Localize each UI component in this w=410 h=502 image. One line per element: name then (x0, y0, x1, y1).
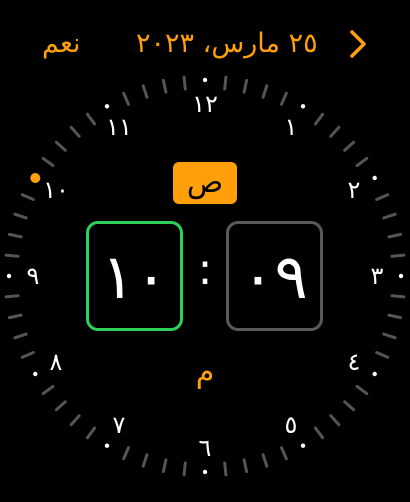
minute-tick (7, 232, 23, 239)
minute-tick (280, 91, 288, 106)
minute-tick (182, 461, 187, 477)
minute-tick (343, 400, 356, 412)
minute-tick (85, 426, 96, 440)
dial-number[interactable]: ١٠ (43, 176, 69, 204)
minute-tick (41, 156, 55, 167)
dial-number[interactable]: ١١ (106, 113, 132, 141)
hour-dot (6, 273, 12, 279)
hour-dot (372, 371, 377, 377)
minute-tick (141, 84, 149, 99)
minute-box[interactable]: ٠٩ (226, 221, 323, 331)
hour-dot (398, 273, 404, 279)
dial-number[interactable]: ٨ (50, 348, 63, 376)
minute-tick (161, 458, 168, 474)
minute-tick (20, 193, 35, 201)
dial-number[interactable]: ١ (285, 113, 298, 141)
minute-tick (122, 446, 130, 461)
minute-tick (20, 351, 35, 359)
dial-number[interactable]: ١٢ (192, 90, 218, 118)
minute-tick (141, 453, 149, 468)
minute-tick (382, 332, 397, 340)
dial-number[interactable]: ٤ (348, 348, 361, 376)
minute-tick (242, 78, 249, 94)
minute-tick (161, 78, 168, 94)
dial-number[interactable]: ٧ (113, 411, 126, 439)
minute-tick (343, 140, 356, 152)
minute-tick (4, 294, 20, 299)
minute-tick (329, 414, 341, 427)
minute-tick (69, 125, 81, 138)
dial-number[interactable]: ٥ (285, 411, 298, 439)
minute-tick (390, 253, 406, 258)
hour-dot (33, 371, 38, 377)
dial-number[interactable]: ٦ (199, 434, 212, 462)
minute-tick (329, 125, 341, 138)
minute-tick (280, 446, 288, 461)
minute-tick (355, 385, 369, 396)
minute-tick (122, 91, 130, 106)
minute-tick (223, 75, 228, 91)
minute-tick (375, 351, 390, 359)
minute-tick (375, 193, 390, 201)
minute-tick (13, 212, 28, 220)
hour-dot (300, 104, 306, 109)
minute-tick (261, 453, 269, 468)
minute-tick (355, 156, 369, 167)
hour-dot (202, 77, 208, 83)
dial-number[interactable]: ٣ (371, 262, 384, 290)
pm-button[interactable]: م (173, 352, 237, 394)
hour-dot (372, 175, 377, 181)
hour-dot (104, 443, 110, 448)
am-button[interactable]: ص (173, 162, 237, 204)
hour-box[interactable]: ١٠ (86, 221, 183, 331)
minute-tick (4, 253, 20, 258)
minute-tick (242, 458, 249, 474)
minute-tick (387, 232, 403, 239)
minute-tick (314, 112, 325, 126)
minute-tick (7, 313, 23, 320)
minute-tick (54, 140, 67, 152)
minute-tick (261, 84, 269, 99)
hour-dot-selected (30, 173, 41, 183)
minute-tick (314, 426, 325, 440)
minute-tick (390, 294, 406, 299)
dial-number[interactable]: ٩ (27, 262, 40, 290)
hour-dot (300, 443, 306, 448)
minute-tick (387, 313, 403, 320)
minute-tick (382, 212, 397, 220)
time-separator: : (197, 244, 213, 295)
minute-tick (85, 112, 96, 126)
minute-tick (41, 385, 55, 396)
hour-dot (104, 104, 110, 109)
dial-number[interactable]: ٢ (348, 176, 361, 204)
minute-tick (69, 414, 81, 427)
minute-tick (182, 75, 187, 91)
hour-dot (202, 469, 208, 475)
minute-tick (54, 400, 67, 412)
minute-tick (13, 332, 28, 340)
minute-tick (223, 461, 228, 477)
